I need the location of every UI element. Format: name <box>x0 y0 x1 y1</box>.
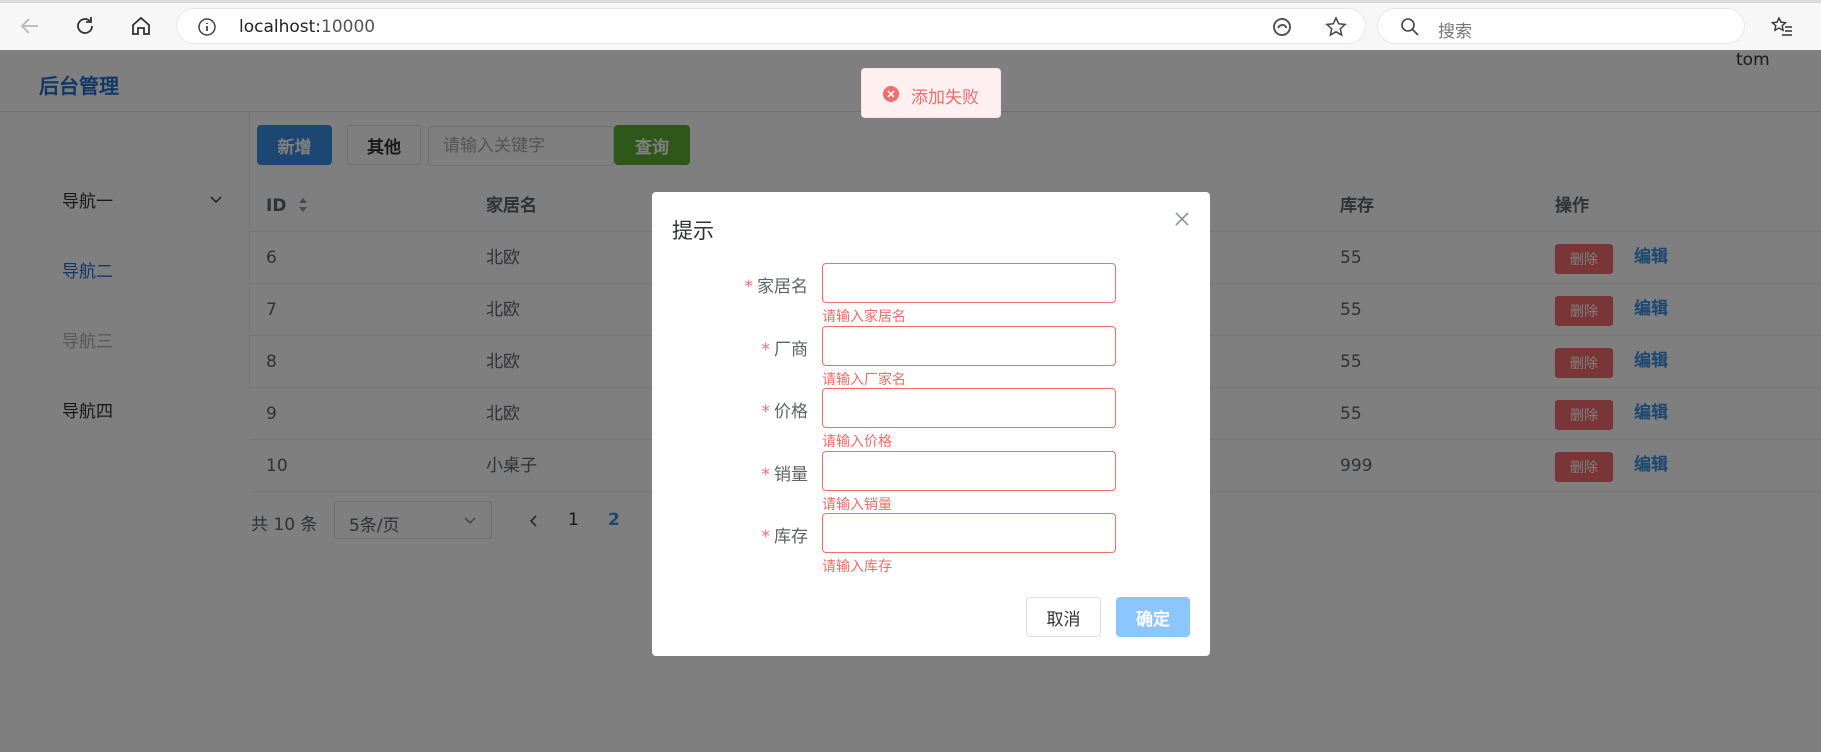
dialog-title: 提示 <box>672 219 714 243</box>
back-arrow-icon[interactable] <box>16 12 44 40</box>
favorite-star-icon[interactable] <box>1325 16 1347 38</box>
field-error: 请输入厂家名 <box>822 372 906 388</box>
error-toast: 添加失败 <box>861 68 1001 118</box>
home-icon[interactable] <box>127 12 155 40</box>
field-label-maker: * 厂商 <box>761 340 809 360</box>
field-label-stock: * 库存 <box>761 527 809 547</box>
field-input-wrap <box>822 326 1116 366</box>
sales-input[interactable] <box>823 452 1115 490</box>
url-text: localhost:10000 <box>239 17 376 37</box>
error-circle-icon <box>883 86 899 102</box>
cancel-button[interactable]: 取消 <box>1026 597 1101 637</box>
add-dialog: 提示 * 家居名 请输入家居名 * 厂商 请输入厂家名 * 价格 请输入价格 * 销量 … <box>652 192 1210 656</box>
field-label-price: * 价格 <box>761 402 809 422</box>
close-icon[interactable] <box>1173 210 1191 228</box>
price-input[interactable] <box>823 389 1115 427</box>
field-error: 请输入销量 <box>822 497 892 513</box>
field-label-sales: * 销量 <box>761 465 809 485</box>
field-label-name: * 家居名 <box>744 277 809 297</box>
field-input-wrap <box>822 451 1116 491</box>
field-input-wrap <box>822 388 1116 428</box>
maker-input[interactable] <box>823 327 1115 365</box>
address-bar[interactable]: localhost:10000 <box>176 8 1366 44</box>
toast-message: 添加失败 <box>911 88 979 108</box>
confirm-button[interactable]: 确定 <box>1116 597 1190 637</box>
info-icon[interactable] <box>197 17 217 37</box>
field-error: 请输入价格 <box>822 434 892 450</box>
favorites-list-icon[interactable] <box>1768 12 1796 40</box>
search-icon <box>1401 18 1419 36</box>
browser-search-box[interactable]: 搜索 <box>1377 8 1745 44</box>
reload-icon[interactable] <box>71 12 99 40</box>
browser-toolbar: localhost:10000 搜索 <box>0 0 1821 50</box>
edge-read-icon[interactable] <box>1271 16 1293 38</box>
field-input-wrap <box>822 513 1116 553</box>
field-error: 请输入家居名 <box>822 309 906 325</box>
field-error: 请输入库存 <box>822 559 892 575</box>
name-input[interactable] <box>823 264 1115 302</box>
field-input-wrap <box>822 263 1116 303</box>
stock-input[interactable] <box>823 514 1115 552</box>
search-placeholder: 搜索 <box>1438 22 1472 42</box>
